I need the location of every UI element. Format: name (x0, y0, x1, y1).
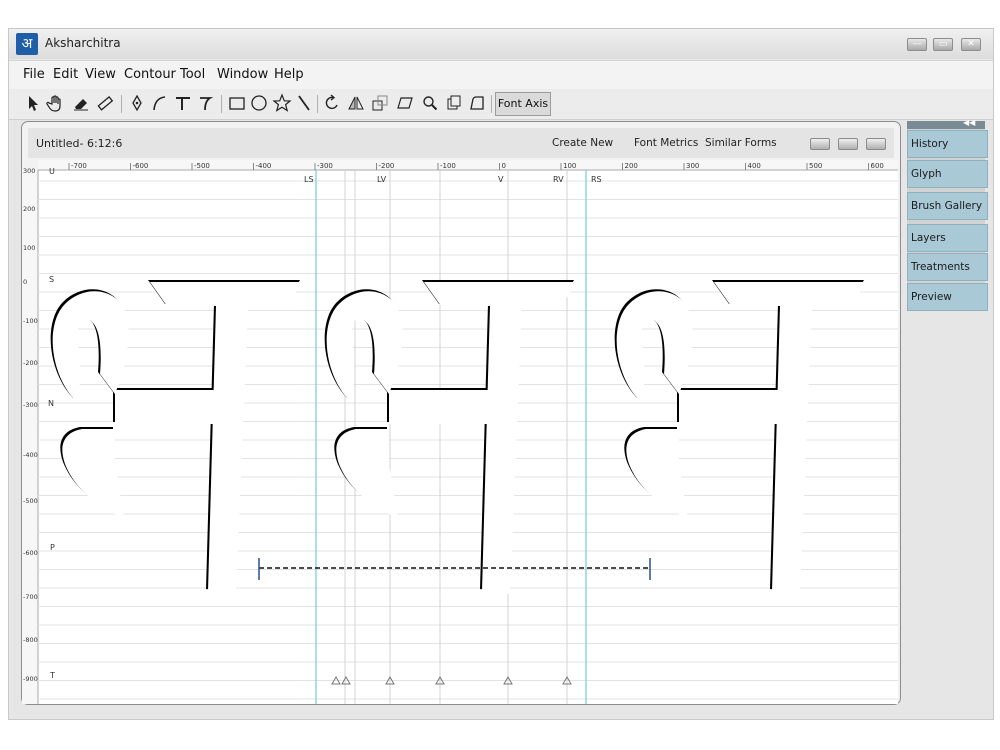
scale-icon[interactable] (370, 93, 390, 113)
menu-file[interactable]: File (23, 67, 45, 82)
maximize-icon[interactable]: ▭ (933, 38, 953, 51)
ruler-tick-label: -100 (440, 162, 456, 170)
ruler-icon[interactable] (95, 93, 115, 113)
title-bar: अ Aksharchitra — ▭ ✕ (9, 29, 993, 59)
ellipse-icon[interactable] (249, 93, 269, 113)
metric-label-ls: LS (304, 175, 314, 184)
ruler-tick-label: -400 (256, 162, 272, 170)
curve-icon[interactable] (149, 93, 169, 113)
menu-bar: File Edit View Contour Tool Window Help (9, 60, 993, 90)
app-window: अ Aksharchitra — ▭ ✕ File Edit View Cont… (8, 28, 994, 720)
line-icon[interactable] (294, 93, 314, 113)
glyph-canvas[interactable]: -700 -600 -500 -400 -300 -200 -100 0 100 200 300 40… (22, 160, 900, 704)
rotate-icon[interactable] (322, 93, 342, 113)
app-logo: अ (16, 33, 38, 55)
doc-close-icon[interactable] (866, 138, 886, 150)
close-icon[interactable]: ✕ (961, 38, 981, 51)
document-title: Untitled- 6:12:6 (36, 137, 123, 150)
toolbar-separator (317, 95, 318, 113)
ruler-tick-label: -700 (71, 162, 87, 170)
document-window: Untitled- 6:12:6 Create New Font Metrics… (21, 121, 901, 705)
ruler-tick-label: -500 (194, 162, 210, 170)
ruler-tick-label: 100 (563, 162, 576, 170)
ruler-tick-label: -700 (23, 593, 38, 601)
line-marker-n: N (48, 399, 54, 408)
ruler-tick-label: -600 (23, 549, 38, 557)
ruler-tick-label: 100 (23, 244, 35, 252)
menu-tool[interactable]: Tool (180, 67, 205, 82)
app-title: Aksharchitra (45, 36, 121, 50)
menu-view[interactable]: View (85, 67, 116, 82)
menu-help[interactable]: Help (274, 67, 304, 82)
side-panel: ◀◀ History Glyph Variations Brush Galler… (907, 118, 988, 311)
minimize-icon[interactable]: — (907, 38, 927, 51)
ruler-tick-label: 500 (809, 162, 822, 170)
ruler-tick-label: -300 (317, 162, 333, 170)
side-panel-header: ◀◀ (907, 118, 985, 129)
hook-icon[interactable] (196, 93, 216, 113)
similar-forms-link[interactable]: Similar Forms (705, 137, 777, 149)
ruler-tick-label: 600 (871, 162, 884, 170)
tab-history[interactable]: History (907, 130, 988, 158)
font-axis-button[interactable]: Font Axis (495, 92, 551, 116)
line-marker-s: S (49, 275, 54, 284)
doc-maximize-icon[interactable] (838, 138, 858, 150)
metric-label-rs: RS (591, 175, 602, 184)
create-new-link[interactable]: Create New (552, 137, 613, 149)
pointer-icon[interactable] (23, 93, 43, 113)
metric-label-rv: RV (553, 175, 564, 184)
ruler-tick-label: -600 (133, 162, 149, 170)
star-icon[interactable] (272, 93, 292, 113)
tab-preview[interactable]: Preview (907, 283, 988, 311)
toolbar: Font Axis (9, 89, 993, 120)
copy-icon[interactable] (444, 93, 464, 113)
ruler-tick-label: 200 (23, 205, 35, 213)
toolbar-separator (491, 95, 492, 113)
ruler-tick-label: -200 (379, 162, 395, 170)
ruler-tick-label: 300 (23, 167, 35, 175)
menu-contour[interactable]: Contour (124, 67, 176, 82)
menu-window[interactable]: Window (217, 67, 268, 82)
ruler-tick-label: -900 (23, 675, 38, 683)
eraser-icon[interactable] (71, 93, 91, 113)
line-marker-u: U (49, 167, 55, 176)
ruler-tick-label: 200 (625, 162, 638, 170)
ruler-tick-label: -300 (23, 401, 38, 409)
tab-layers[interactable]: Layers (907, 224, 988, 252)
pen-icon[interactable] (127, 93, 147, 113)
corner-icon[interactable] (467, 93, 487, 113)
ruler-tick-label: 0 (502, 162, 506, 170)
ruler-tick-label: -100 (23, 317, 38, 325)
toolbar-separator (121, 95, 122, 113)
hand-icon[interactable] (46, 93, 66, 113)
tab-glyph-variations[interactable]: Glyph Variations (907, 160, 988, 206)
mirror-icon[interactable] (346, 93, 366, 113)
document-header: Untitled- 6:12:6 Create New Font Metrics… (28, 128, 894, 158)
skew-icon[interactable] (395, 93, 415, 113)
ruler-tick-label: 0 (23, 278, 27, 286)
tab-brush-gallery[interactable]: Brush Gallery (907, 192, 988, 220)
ruler-tick-label: -200 (23, 359, 38, 367)
canvas-area (38, 170, 898, 704)
doc-minimize-icon[interactable] (810, 138, 830, 150)
ruler-tick-label: -800 (23, 636, 38, 644)
collapse-panel-icon[interactable]: ◀◀ (963, 118, 975, 127)
tab-treatments[interactable]: Treatments (907, 253, 988, 281)
horizontal-ruler (38, 160, 898, 170)
zoom-icon[interactable] (420, 93, 440, 113)
tee-icon[interactable] (173, 93, 193, 113)
ruler-tick-label: 300 (686, 162, 699, 170)
metric-label-v: V (498, 175, 504, 184)
menu-edit[interactable]: Edit (53, 67, 78, 82)
font-metrics-link[interactable]: Font Metrics (634, 137, 698, 149)
line-marker-p: P (50, 543, 55, 552)
ruler-tick-label: -400 (23, 451, 38, 459)
metric-label-lv: LV (377, 175, 387, 184)
ruler-tick-label: 400 (748, 162, 761, 170)
line-marker-t: T (49, 671, 55, 680)
toolbar-separator (221, 95, 222, 113)
rectangle-icon[interactable] (227, 93, 247, 113)
ruler-tick-label: -500 (23, 497, 38, 505)
